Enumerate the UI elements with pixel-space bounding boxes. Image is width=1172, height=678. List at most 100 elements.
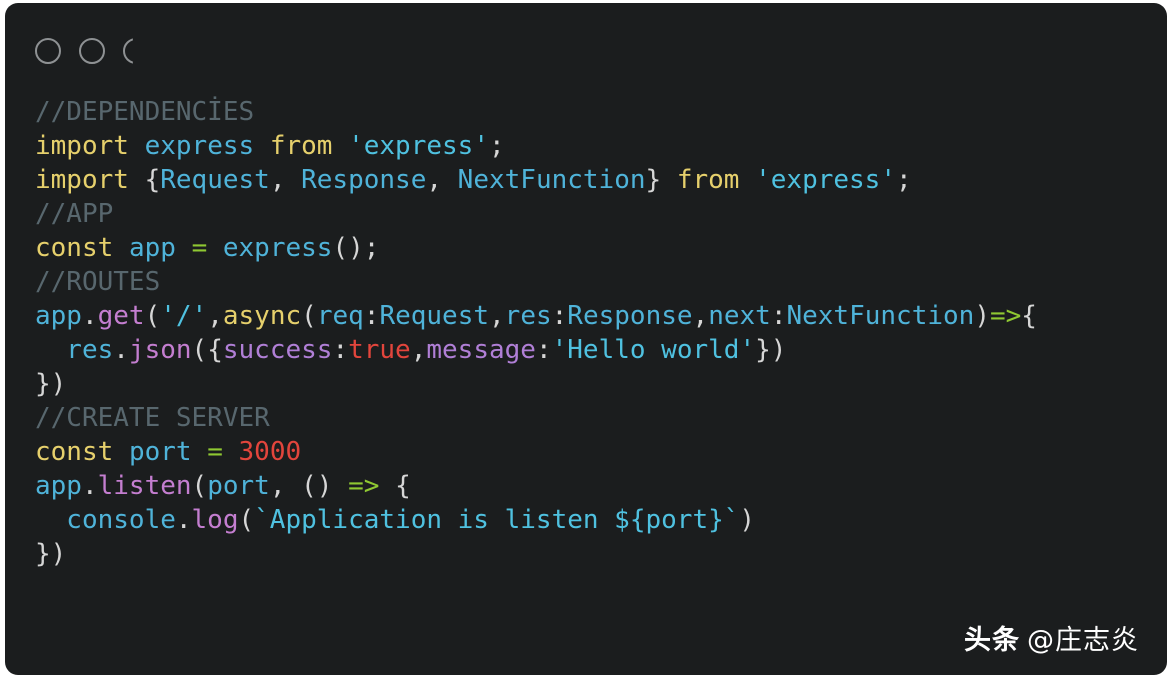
code-token: next	[708, 301, 771, 331]
code-token: //APP	[35, 199, 114, 229]
code-token: )	[974, 301, 990, 331]
code-token: ,	[269, 165, 302, 195]
code-token: (	[191, 471, 208, 501]
code-token: port	[128, 437, 192, 467]
code-line[interactable]: })	[35, 537, 1137, 571]
code-content[interactable]: //DEPENDENCİES import express from 'expre…	[5, 95, 1167, 571]
code-line[interactable]: //CREATE SERVER	[35, 401, 1137, 435]
code-token: .	[113, 335, 129, 365]
code-token: ;	[896, 165, 912, 195]
code-token: from	[676, 165, 740, 195]
code-token: //DEPENDENCİES	[35, 97, 255, 127]
code-token: ,	[410, 335, 427, 365]
code-token: log	[191, 505, 239, 535]
code-token: app	[35, 471, 82, 501]
watermark: 头条 @庄志炎	[964, 618, 1139, 657]
window-dot-3-icon[interactable]	[123, 38, 133, 64]
window-dot-2-icon[interactable]	[79, 38, 105, 64]
code-token: `Application is listen ${port}`	[254, 505, 740, 535]
code-token: Request	[379, 301, 490, 331]
code-token: =>	[348, 471, 380, 501]
code-token: import	[35, 165, 129, 195]
code-line[interactable]: res.json({success:true,message:'Hello wo…	[35, 333, 1137, 367]
code-token: json	[128, 335, 192, 365]
code-line[interactable]: console.log(`Application is listen ${por…	[35, 503, 1137, 537]
code-token: 'Hello world'	[551, 335, 756, 365]
code-token: app	[128, 233, 176, 263]
code-token: NextFunction	[457, 165, 646, 195]
code-token: {	[379, 471, 411, 501]
code-line[interactable]: import {Request, Response, NextFunction}…	[35, 163, 1137, 197]
code-token: .	[81, 301, 98, 331]
code-token: 'express'	[348, 131, 489, 161]
code-token: //ROUTES	[35, 267, 161, 297]
code-token: //CREATE SERVER	[35, 403, 270, 433]
code-token: NextFunction	[786, 301, 975, 331]
code-token: async	[222, 301, 302, 331]
code-token: .	[81, 471, 98, 501]
code-token: {	[1021, 301, 1037, 331]
code-token: express	[222, 233, 333, 263]
code-token: true	[348, 335, 411, 365]
code-line[interactable]: //APP	[35, 197, 1137, 231]
code-token: (	[144, 301, 161, 331]
code-line[interactable]: //DEPENDENCİES	[35, 95, 1137, 129]
code-token: :	[551, 301, 568, 331]
code-line[interactable]: const port = 3000	[35, 435, 1137, 469]
code-token: :	[535, 335, 552, 365]
code-token: res	[504, 301, 552, 331]
code-token: )	[739, 505, 756, 535]
code-token: Request	[160, 165, 270, 195]
watermark-handle: @庄志炎	[1027, 625, 1139, 656]
code-token: }	[645, 165, 662, 195]
code-token: express	[144, 131, 255, 161]
code-line[interactable]: //ROUTES	[35, 265, 1137, 299]
code-token: Response	[301, 165, 427, 195]
window-dot-1-icon[interactable]	[35, 38, 61, 64]
code-token: .	[175, 505, 192, 535]
code-token: , ()	[269, 471, 349, 501]
code-token: '/'	[160, 301, 208, 331]
code-token: from	[269, 131, 333, 161]
code-token: port	[207, 471, 270, 501]
code-token: =>	[989, 301, 1022, 331]
code-line[interactable]: const app = express();	[35, 231, 1137, 265]
code-token: =	[191, 233, 208, 263]
code-token: })	[35, 539, 67, 569]
code-token: const	[35, 437, 114, 467]
code-token: Response	[567, 301, 693, 331]
code-token: 'express'	[755, 165, 896, 195]
code-token: res	[66, 335, 114, 365]
code-line[interactable]: import express from 'express';	[35, 129, 1137, 163]
code-line[interactable]: app.get('/',async(req:Request,res:Respon…	[35, 299, 1137, 333]
code-token: 3000	[238, 437, 302, 467]
code-token: console	[66, 505, 176, 535]
code-token: :	[770, 301, 787, 331]
code-token: ;	[488, 131, 505, 161]
code-token: ,	[489, 301, 505, 331]
code-line[interactable]: })	[35, 367, 1137, 401]
code-token: :	[363, 301, 380, 331]
code-token: req	[316, 301, 364, 331]
code-token: (	[238, 505, 255, 535]
code-line[interactable]: app.listen(port, () => {	[35, 469, 1137, 503]
code-token: ,	[207, 301, 223, 331]
code-token: message	[426, 335, 536, 365]
code-token: {	[144, 165, 161, 195]
code-token: :	[332, 335, 349, 365]
code-token: app	[35, 301, 82, 331]
